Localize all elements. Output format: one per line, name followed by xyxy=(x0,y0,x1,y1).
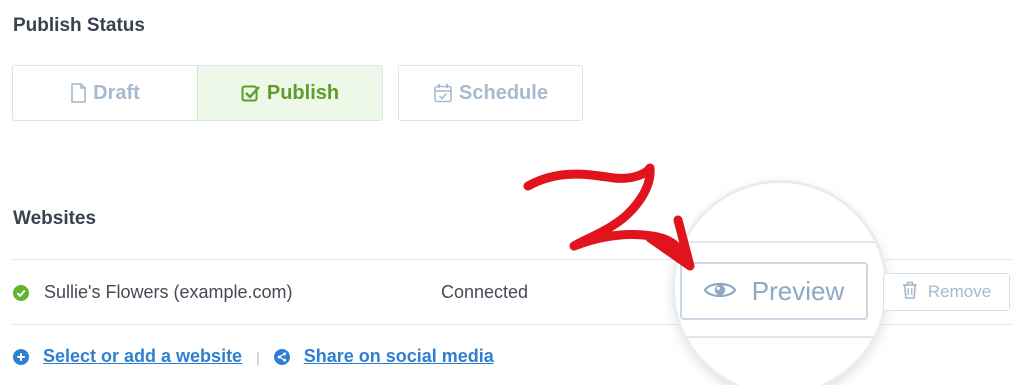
page: Publish Status Draft Publish Schedule We… xyxy=(0,0,1024,385)
checkbox-icon xyxy=(241,84,261,102)
share-icon xyxy=(273,348,290,365)
divider xyxy=(675,241,885,243)
remove-button[interactable]: Remove xyxy=(883,273,1010,311)
tab-publish[interactable]: Publish xyxy=(197,66,382,120)
websites-title: Websites xyxy=(13,208,97,229)
document-icon xyxy=(70,83,87,103)
website-name: Sullie's Flowers (example.com) xyxy=(44,282,293,302)
select-add-website-link[interactable]: Select or add a website xyxy=(43,346,242,367)
calendar-icon xyxy=(433,83,453,103)
remove-label: Remove xyxy=(927,282,992,301)
eye-icon xyxy=(703,276,737,307)
website-status: Connected xyxy=(441,282,529,302)
preview-label: Preview xyxy=(751,275,845,306)
publish-status-title: Publish Status xyxy=(13,15,145,36)
divider xyxy=(675,336,885,338)
tab-draft[interactable]: Draft xyxy=(13,66,197,120)
tab-schedule-label: Schedule xyxy=(459,81,548,104)
link-separator: | xyxy=(256,348,260,365)
tab-draft-label: Draft xyxy=(93,81,140,104)
publish-status-tabs: Draft Publish xyxy=(12,65,383,121)
check-circle-icon xyxy=(13,285,29,301)
share-social-media-link[interactable]: Share on social media xyxy=(304,346,494,367)
plus-circle-icon xyxy=(13,348,29,365)
tab-schedule[interactable]: Schedule xyxy=(398,65,583,121)
trash-icon xyxy=(902,281,918,304)
preview-button[interactable]: Preview xyxy=(680,262,868,320)
website-links: Select or add a website | Share on socia… xyxy=(13,346,494,367)
tab-publish-label: Publish xyxy=(266,81,340,104)
